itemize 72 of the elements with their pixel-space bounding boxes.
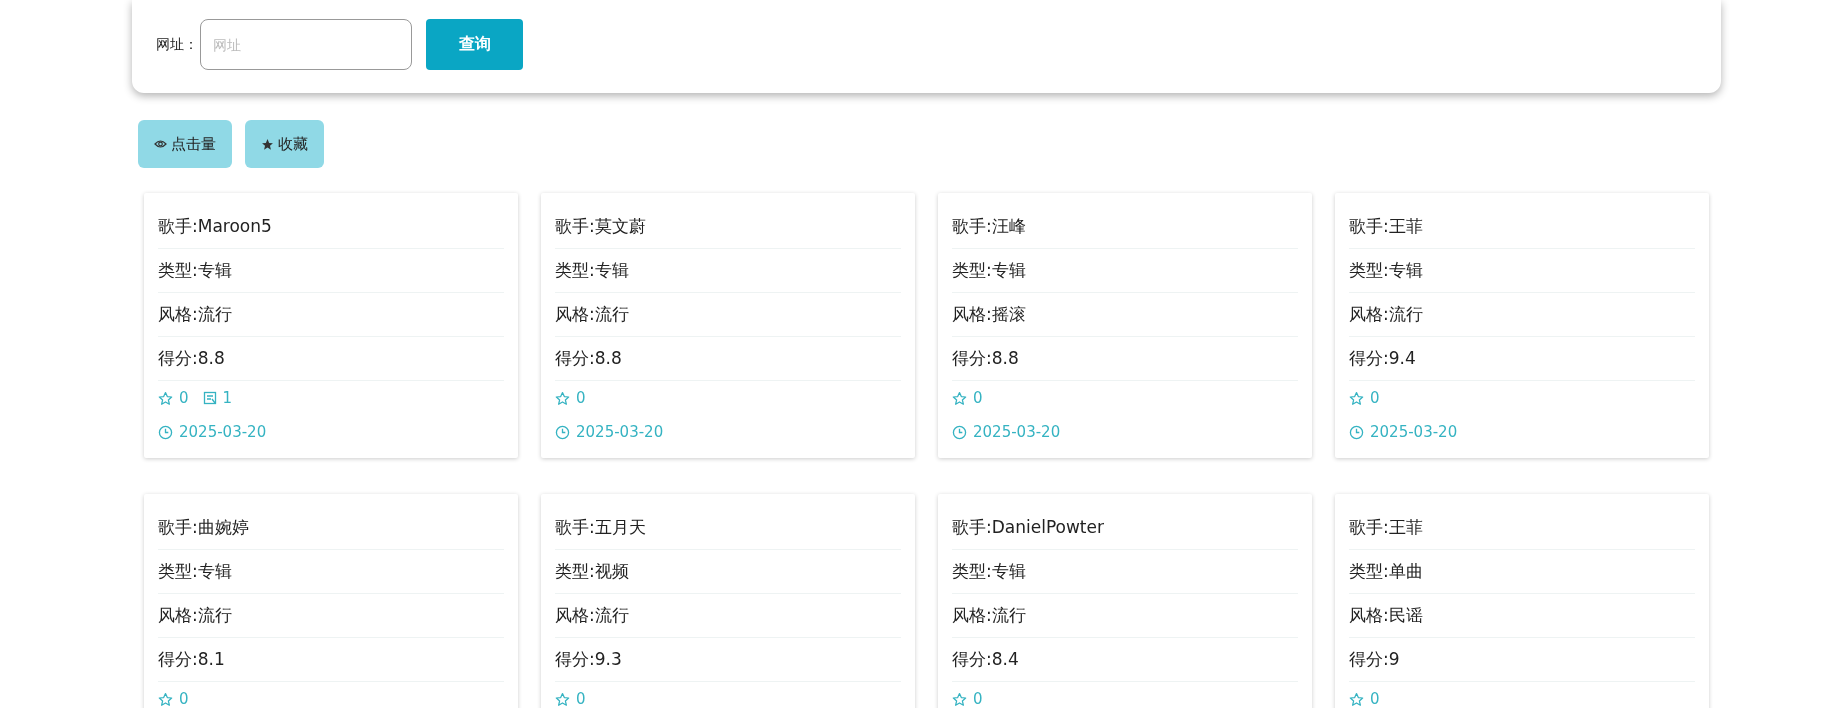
card-field: 风格:流行 bbox=[158, 293, 504, 337]
star-outline-icon bbox=[158, 691, 173, 707]
card-field: 得分:9.4 bbox=[1349, 337, 1695, 381]
card-field: 得分:8.8 bbox=[555, 337, 901, 381]
date-text: 2025-03-20 bbox=[576, 423, 664, 441]
eye-icon bbox=[154, 139, 167, 149]
clock-icon bbox=[555, 424, 570, 440]
star-icon bbox=[261, 137, 274, 151]
card-field: 类型:视频 bbox=[555, 550, 901, 594]
card-field: 类型:专辑 bbox=[952, 249, 1298, 293]
card-field: 歌手:五月天 bbox=[555, 506, 901, 550]
card-field: 得分:8.8 bbox=[952, 337, 1298, 381]
star-outline-icon bbox=[952, 691, 967, 707]
card-field: 类型:专辑 bbox=[1349, 249, 1695, 293]
card-field: 歌手:莫文蔚 bbox=[555, 205, 901, 249]
url-input-field[interactable]: 网址 bbox=[200, 19, 412, 70]
date-text: 2025-03-20 bbox=[1370, 423, 1458, 441]
song-card[interactable]: 歌手:莫文蔚 类型:专辑 风格:流行 得分:8.8 0 2025-03-20 bbox=[541, 193, 915, 458]
star-outline-icon bbox=[952, 390, 967, 406]
card-field: 风格:流行 bbox=[158, 594, 504, 638]
comment-count: 1 bbox=[222, 389, 233, 407]
card-field: 风格:流行 bbox=[555, 293, 901, 337]
star-outline-icon bbox=[555, 390, 570, 406]
url-label: 网址： bbox=[156, 35, 198, 54]
favorite-count: 0 bbox=[973, 389, 983, 407]
card-field: 风格:流行 bbox=[952, 594, 1298, 638]
star-outline-icon bbox=[1349, 390, 1364, 406]
card-field: 歌手:王菲 bbox=[1349, 205, 1695, 249]
song-card[interactable]: 歌手:王菲 类型:单曲 风格:民谣 得分:9 0 bbox=[1335, 494, 1709, 708]
card-field: 得分:8.8 bbox=[158, 337, 504, 381]
favorite-count: 0 bbox=[1370, 389, 1380, 407]
date-text: 2025-03-20 bbox=[179, 423, 267, 441]
clock-icon bbox=[952, 424, 967, 440]
clock-icon bbox=[1349, 424, 1364, 440]
favorite-count: 0 bbox=[179, 389, 189, 407]
sort-button[interactable]: 点击量 bbox=[138, 120, 232, 168]
star-outline-icon bbox=[1349, 691, 1364, 707]
card-field: 类型:专辑 bbox=[555, 249, 901, 293]
star-outline-icon bbox=[555, 691, 570, 707]
song-card[interactable]: 歌手:曲婉婷 类型:专辑 风格:流行 得分:8.1 0 bbox=[144, 494, 518, 708]
card-field: 类型:专辑 bbox=[158, 550, 504, 594]
card-field: 得分:9.3 bbox=[555, 638, 901, 682]
song-card[interactable]: 歌手:五月天 类型:视频 风格:流行 得分:9.3 0 bbox=[541, 494, 915, 708]
card-field: 歌手:汪峰 bbox=[952, 205, 1298, 249]
song-card[interactable]: 歌手:王菲 类型:专辑 风格:流行 得分:9.4 0 2025-03-20 bbox=[1335, 193, 1709, 458]
card-field: 歌手:王菲 bbox=[1349, 506, 1695, 550]
card-field: 歌手:DanielPowter bbox=[952, 506, 1298, 550]
card-field: 风格:流行 bbox=[555, 594, 901, 638]
favorite-count: 0 bbox=[973, 690, 983, 708]
card-field: 风格:摇滚 bbox=[952, 293, 1298, 337]
date-text: 2025-03-20 bbox=[973, 423, 1061, 441]
comment-icon bbox=[202, 391, 217, 405]
song-card[interactable]: 歌手:Maroon5 类型:专辑 风格:流行 得分:8.8 0 1 2025-03-20 bbox=[144, 193, 518, 458]
card-field: 类型:专辑 bbox=[158, 249, 504, 293]
song-card[interactable]: 歌手:DanielPowter 类型:专辑 风格:流行 得分:8.4 0 bbox=[938, 494, 1312, 708]
card-field: 风格:民谣 bbox=[1349, 594, 1695, 638]
favorite-count: 0 bbox=[576, 690, 586, 708]
card-field: 得分:8.4 bbox=[952, 638, 1298, 682]
card-field: 类型:单曲 bbox=[1349, 550, 1695, 594]
favorite-count: 0 bbox=[1370, 690, 1380, 708]
card-field: 类型:专辑 bbox=[952, 550, 1298, 594]
song-card[interactable]: 歌手:汪峰 类型:专辑 风格:摇滚 得分:8.8 0 2025-03-20 bbox=[938, 193, 1312, 458]
clock-icon bbox=[158, 424, 173, 440]
sort-button[interactable]: 收藏 bbox=[245, 120, 324, 168]
favorite-count: 0 bbox=[576, 389, 586, 407]
star-outline-icon bbox=[158, 390, 173, 406]
card-field: 得分:8.1 bbox=[158, 638, 504, 682]
card-field: 歌手:Maroon5 bbox=[158, 205, 504, 249]
card-field: 歌手:曲婉婷 bbox=[158, 506, 504, 550]
card-field: 得分:9 bbox=[1349, 638, 1695, 682]
favorite-count: 0 bbox=[179, 690, 189, 708]
card-field: 风格:流行 bbox=[1349, 293, 1695, 337]
